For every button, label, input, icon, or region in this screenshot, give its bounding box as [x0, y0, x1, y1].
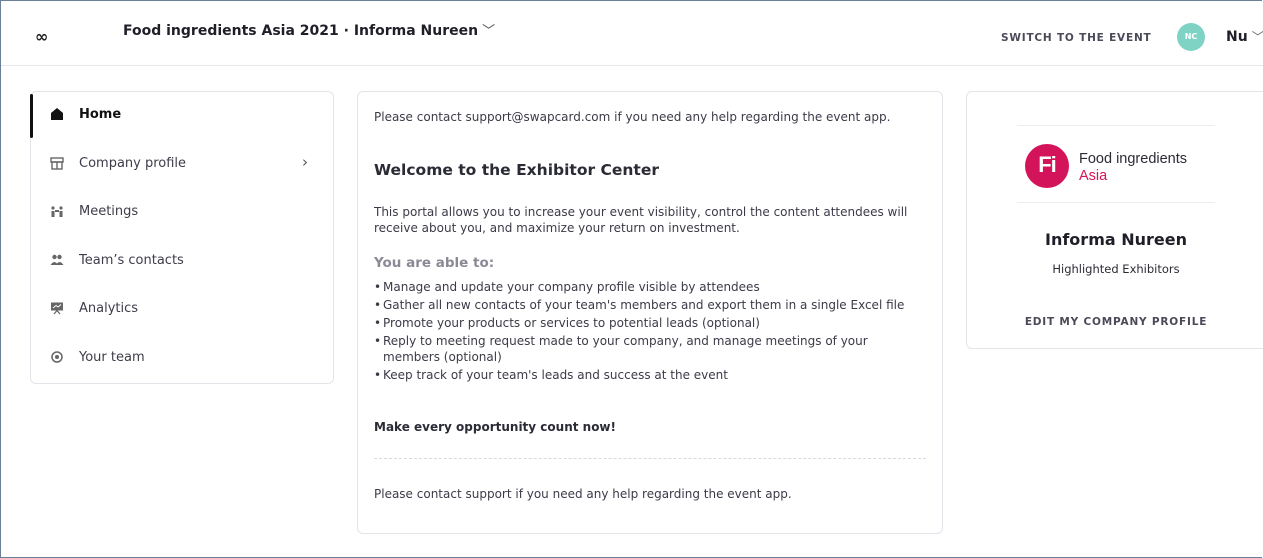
exhibitor-center-card: Please contact support@swapcard.com if y…: [357, 91, 943, 534]
support-notice-bottom: Please contact support if you need any h…: [374, 487, 792, 501]
swapcard-logo-icon[interactable]: ∞: [35, 27, 48, 46]
user-menu[interactable]: Nu ﹀: [1226, 28, 1263, 45]
analytics-icon: [49, 301, 65, 317]
company-logo-line1: Food ingredients: [1079, 151, 1188, 167]
event-selector[interactable]: Food ingredients Asia 2021 · Informa Nur…: [123, 20, 495, 39]
list-item: Keep track of your team's leads and succ…: [374, 367, 924, 383]
event-title: Food ingredients Asia 2021 · Informa Nur…: [123, 23, 479, 39]
company-logo-line2: Asia: [1079, 168, 1108, 184]
divider: [1017, 202, 1215, 203]
chevron-down-icon: ﹀: [1251, 30, 1263, 44]
chevron-down-icon: ﹀: [482, 24, 496, 39]
list-item: Reply to meeting request made to your co…: [374, 333, 924, 365]
home-icon: [49, 107, 65, 123]
feature-list: Manage and update your company profile v…: [374, 279, 924, 385]
edit-company-profile-link[interactable]: EDIT MY COMPANY PROFILE: [967, 316, 1263, 328]
sidebar-nav: Home Company profile › Meetings Team’s c…: [30, 91, 334, 384]
sidebar-item-meetings[interactable]: Meetings: [31, 189, 333, 237]
list-item: Promote your products or services to pot…: [374, 315, 924, 331]
company-category: Highlighted Exhibitors: [1052, 262, 1180, 276]
divider: [1017, 125, 1215, 126]
portal-description: This portal allows you to increase your …: [374, 205, 908, 235]
company-card: Fi Food ingredients Asia Informa Nureen …: [966, 91, 1263, 349]
support-notice-top: Please contact support@swapcard.com if y…: [374, 110, 891, 124]
sidebar-item-label: Your team: [79, 350, 145, 365]
user-name: Nu: [1226, 29, 1248, 45]
page-title: Welcome to the Exhibitor Center: [374, 161, 660, 179]
company-name: Informa Nureen: [1045, 230, 1187, 249]
sidebar-item-home[interactable]: Home: [30, 92, 333, 140]
sidebar-item-label: Meetings: [79, 204, 139, 219]
sidebar-item-teams-contacts[interactable]: Team’s contacts: [31, 238, 333, 286]
able-heading: You are able to:: [374, 255, 495, 271]
company-logo: Fi Food ingredients Asia: [1025, 144, 1205, 188]
company-logo-mark: Fi: [1025, 144, 1069, 188]
avatar[interactable]: NC: [1177, 23, 1205, 51]
store-icon: [49, 156, 65, 172]
divider: [374, 458, 926, 459]
meetings-icon: [49, 204, 65, 220]
sidebar-item-label: Team’s contacts: [79, 253, 184, 268]
switch-to-event-link[interactable]: SWITCH TO THE EVENT: [1001, 32, 1152, 44]
chevron-right-icon: ›: [302, 153, 308, 171]
sidebar-item-label: Analytics: [79, 301, 139, 316]
sidebar-item-label: Home: [79, 107, 122, 122]
contacts-icon: [49, 253, 65, 269]
team-icon: [49, 350, 65, 366]
top-header: ∞ Food ingredients Asia 2021 · Informa N…: [1, 1, 1263, 66]
call-to-action-text: Make every opportunity count now!: [374, 420, 616, 434]
sidebar-item-analytics[interactable]: Analytics: [31, 286, 333, 334]
sidebar-item-company-profile[interactable]: Company profile ›: [31, 141, 333, 189]
sidebar-item-label: Company profile: [79, 156, 187, 171]
list-item: Gather all new contacts of your team's m…: [374, 297, 924, 313]
list-item: Manage and update your company profile v…: [374, 279, 924, 295]
sidebar-item-your-team[interactable]: Your team: [31, 335, 333, 383]
